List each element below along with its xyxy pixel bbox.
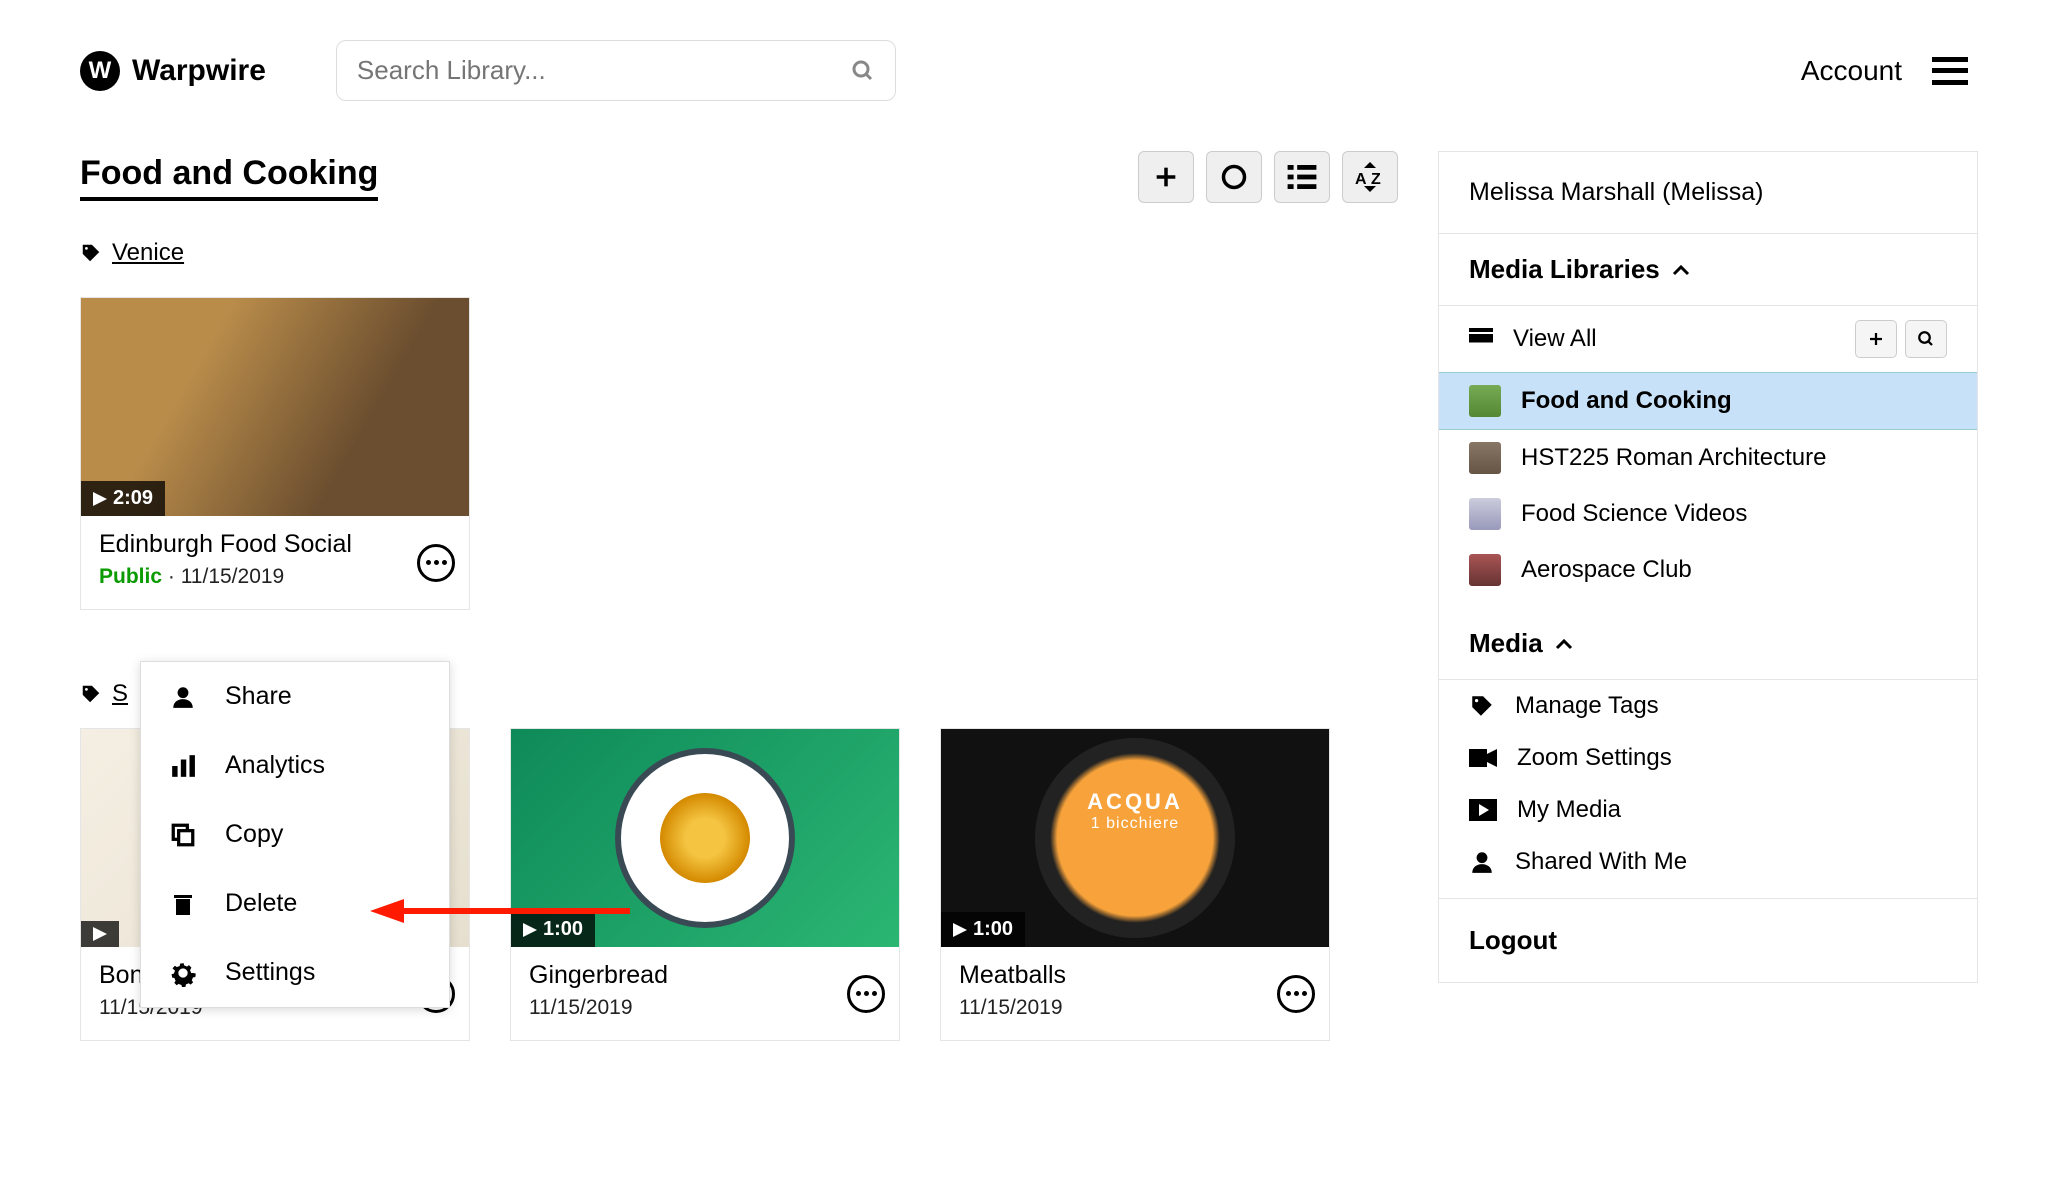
sidebar-shared-with-me[interactable]: Shared With Me	[1439, 836, 1977, 898]
menu-item-share[interactable]: Share	[141, 662, 449, 731]
search-input[interactable]	[357, 55, 851, 86]
tag-icon	[80, 242, 102, 264]
sidebar-my-media[interactable]: My Media	[1439, 784, 1977, 836]
card-title: Edinburgh Food Social	[99, 530, 451, 559]
search-box[interactable]	[336, 40, 896, 101]
sidebar-heading-media[interactable]: Media	[1469, 628, 1947, 659]
lib-thumb	[1469, 385, 1501, 417]
gear-icon	[169, 959, 197, 987]
card-thumbnail: ACQUA 1 bicchiere 1:00	[941, 729, 1329, 947]
brand-text: Warpwire	[132, 54, 266, 88]
sidebar-view-all[interactable]: View All	[1439, 306, 1977, 372]
svg-text:A: A	[1355, 171, 1367, 188]
overlay-text: ACQUA 1 bicchiere	[1087, 789, 1183, 833]
card-meta: 11/15/2019	[529, 996, 881, 1020]
card-title: Meatballs	[959, 961, 1311, 990]
sidebar-search-button[interactable]	[1905, 320, 1947, 358]
more-button[interactable]	[417, 544, 455, 582]
card-meta: 11/15/2019	[959, 996, 1311, 1020]
sidebar-add-button[interactable]	[1855, 320, 1897, 358]
sidebar-user: Melissa Marshall (Melissa)	[1439, 152, 1977, 234]
person-icon	[169, 683, 197, 711]
sidebar-lib-hst225[interactable]: HST225 Roman Architecture	[1439, 430, 1977, 486]
stack-icon	[1469, 328, 1493, 350]
more-button[interactable]	[1277, 975, 1315, 1013]
menu-item-analytics[interactable]: Analytics	[141, 731, 449, 800]
toolbar: AZ	[1138, 151, 1398, 203]
chevron-up-icon	[1672, 264, 1690, 276]
logo-badge: W	[80, 51, 120, 91]
tag-venice[interactable]: Venice	[80, 239, 1398, 267]
lib-thumb	[1469, 498, 1501, 530]
brand-logo[interactable]: W Warpwire	[80, 51, 266, 91]
context-menu: Share Analytics Copy Delete Settings	[140, 661, 450, 1008]
media-card[interactable]: 1:00 Gingerbread 11/15/2019	[510, 728, 900, 1041]
svg-text:Z: Z	[1371, 171, 1381, 188]
chevron-up-icon	[1555, 638, 1573, 650]
menu-item-copy[interactable]: Copy	[141, 800, 449, 869]
card-thumbnail: 2:09	[81, 298, 469, 516]
tag-label: Venice	[112, 239, 184, 267]
menu-item-settings[interactable]: Settings	[141, 938, 449, 1007]
sidebar-manage-tags[interactable]: Manage Tags	[1439, 680, 1977, 732]
sidebar-lib-aerospace[interactable]: Aerospace Club	[1439, 542, 1977, 608]
camera-icon	[1469, 747, 1497, 769]
duration-badge: 2:09	[81, 481, 165, 516]
sidebar-heading-libraries[interactable]: Media Libraries	[1469, 254, 1947, 285]
sidebar: Melissa Marshall (Melissa) Media Librari…	[1438, 151, 1978, 983]
tag-icon	[80, 683, 102, 705]
tag-icon	[1469, 693, 1495, 719]
duration-badge: 1:00	[941, 912, 1025, 947]
sidebar-logout[interactable]: Logout	[1439, 899, 1977, 982]
account-link[interactable]: Account	[1801, 55, 1902, 87]
sidebar-lib-food-science[interactable]: Food Science Videos	[1439, 486, 1977, 542]
card-title: Gingerbread	[529, 961, 881, 990]
tag-label: S	[112, 680, 128, 708]
menu-icon[interactable]	[1932, 57, 1968, 85]
media-card[interactable]: 2:09 Edinburgh Food Social Public · 11/1…	[80, 297, 470, 610]
play-icon	[1469, 799, 1497, 821]
sidebar-zoom-settings[interactable]: Zoom Settings	[1439, 732, 1977, 784]
copy-icon	[169, 821, 197, 849]
sidebar-lib-food-cooking[interactable]: Food and Cooking	[1439, 372, 1977, 430]
bar-chart-icon	[169, 752, 197, 780]
page-title: Food and Cooking	[80, 154, 378, 201]
card-meta: Public · 11/15/2019	[99, 565, 451, 589]
record-button[interactable]	[1206, 151, 1262, 203]
lib-thumb	[1469, 554, 1501, 586]
trash-icon	[169, 890, 197, 918]
list-view-button[interactable]	[1274, 151, 1330, 203]
person-icon	[1469, 849, 1495, 875]
sort-button[interactable]: AZ	[1342, 151, 1398, 203]
more-button[interactable]	[847, 975, 885, 1013]
duration-badge	[81, 921, 119, 947]
annotation-arrow	[370, 891, 630, 931]
search-icon	[851, 59, 875, 83]
media-card[interactable]: ACQUA 1 bicchiere 1:00 Meatballs 11/15/2…	[940, 728, 1330, 1041]
add-button[interactable]	[1138, 151, 1194, 203]
lib-thumb	[1469, 442, 1501, 474]
